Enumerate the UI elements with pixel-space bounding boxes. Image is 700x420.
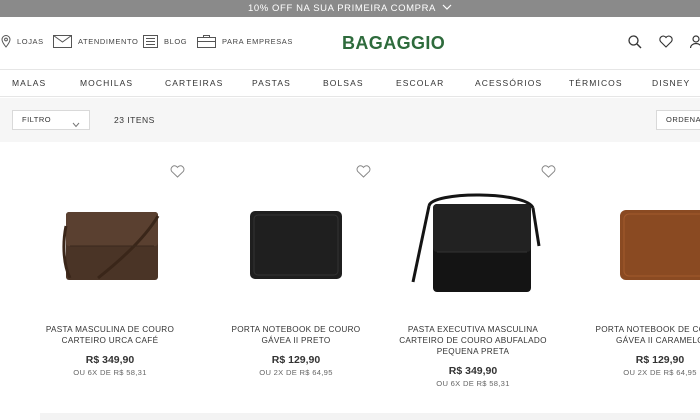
product-price: R$ 349,90 <box>85 354 135 366</box>
wishlist-heart-icon[interactable] <box>659 35 673 53</box>
product-image[interactable] <box>212 186 380 316</box>
listing-toolbar: FILTRO 23 ITENS ORDENAR <box>0 98 700 142</box>
business-link[interactable]: PARA EMPRESAS <box>197 35 293 48</box>
favorite-heart-icon[interactable] <box>356 165 371 178</box>
blog-link[interactable]: BLOG <box>143 35 187 48</box>
product-installments: OU 2X DE R$ 64,95 <box>623 368 697 377</box>
search-icon[interactable] <box>628 35 642 54</box>
product-installments: OU 6X DE R$ 58,31 <box>73 368 147 377</box>
nav-item-acessorios[interactable]: ACESSÓRIOS <box>475 78 542 88</box>
nav-item-malas[interactable]: MALAS <box>12 78 46 88</box>
nav-item-escolar[interactable]: ESCOLAR <box>396 78 444 88</box>
site-header: LOJAS ATENDIMENTO BLOG PARA EMPRESAS BAG… <box>0 17 700 69</box>
product-image[interactable] <box>576 186 700 316</box>
user-icon[interactable] <box>689 35 700 54</box>
chevron-down-icon <box>442 3 452 14</box>
stores-link[interactable]: LOJAS <box>1 35 44 48</box>
product-price: R$ 349,90 <box>448 365 498 377</box>
promo-text: 10% OFF NA SUA PRIMEIRA COMPRA <box>248 3 436 14</box>
support-link[interactable]: ATENDIMENTO <box>53 35 139 48</box>
filter-label: FILTRO <box>22 115 52 124</box>
nav-item-bolsas[interactable]: BOLSAS <box>323 78 364 88</box>
sort-dropdown[interactable]: ORDENAR <box>656 110 700 130</box>
section-divider <box>40 413 700 420</box>
chevron-down-icon <box>72 117 80 135</box>
promo-bar[interactable]: 10% OFF NA SUA PRIMEIRA COMPRA <box>0 0 700 17</box>
item-count: 23 ITENS <box>114 115 155 125</box>
favorite-heart-icon[interactable] <box>170 165 185 178</box>
envelope-icon <box>53 35 72 48</box>
briefcase-icon <box>197 35 216 48</box>
product-name[interactable]: PORTA NOTEBOOK DE COURO GÁVEA II CARAMEL… <box>576 324 700 346</box>
nav-item-termicos[interactable]: TÉRMICOS <box>569 78 623 88</box>
product-installments: OU 6X DE R$ 58,31 <box>436 379 510 388</box>
nav-item-disney[interactable]: DISNEY <box>652 78 690 88</box>
filter-dropdown[interactable]: FILTRO <box>12 110 90 130</box>
product-name[interactable]: PASTA EXECUTIVA MASCULINA CARTEIRO DE CO… <box>389 324 557 357</box>
business-label: PARA EMPRESAS <box>222 37 294 46</box>
brand-logo[interactable]: BAGAGGIO <box>342 33 445 54</box>
map-pin-icon <box>1 35 11 48</box>
nav-item-pastas[interactable]: PASTAS <box>252 78 291 88</box>
favorite-heart-icon[interactable] <box>541 165 556 178</box>
product-name[interactable]: PORTA NOTEBOOK DE COURO GÁVEA II PRETO <box>212 324 380 346</box>
newspaper-icon <box>143 35 158 48</box>
product-price: R$ 129,90 <box>635 354 685 366</box>
nav-item-carteiras[interactable]: CARTEIRAS <box>165 78 223 88</box>
blog-label: BLOG <box>164 37 188 46</box>
product-name[interactable]: PASTA MASCULINA DE COURO CARTEIRO URCA C… <box>26 324 194 346</box>
product-card[interactable]: PORTA NOTEBOOK DE COURO GÁVEA II CARAMEL… <box>576 160 700 400</box>
product-installments: OU 2X DE R$ 64,95 <box>259 368 333 377</box>
support-label: ATENDIMENTO <box>78 37 139 46</box>
product-price: R$ 129,90 <box>271 354 321 366</box>
sort-label: ORDENAR <box>666 115 700 124</box>
product-image[interactable] <box>389 186 557 316</box>
stores-label: LOJAS <box>17 37 44 46</box>
nav-item-mochilas[interactable]: MOCHILAS <box>80 78 133 88</box>
category-nav: MALAS MOCHILAS CARTEIRAS PASTAS BOLSAS E… <box>0 69 700 97</box>
product-image[interactable] <box>26 186 194 316</box>
